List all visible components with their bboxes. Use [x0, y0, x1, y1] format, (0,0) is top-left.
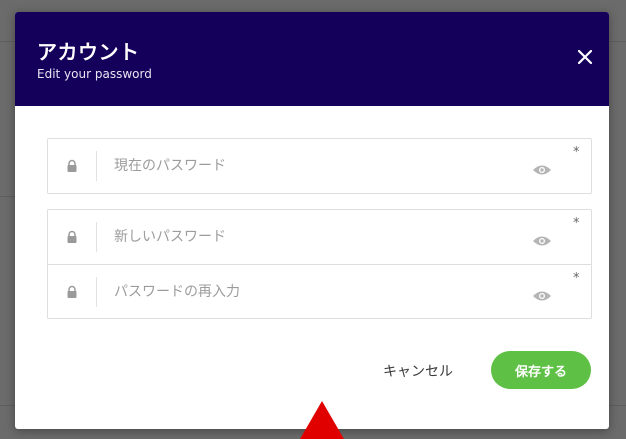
background-line [0, 405, 15, 406]
modal-title: アカウント [37, 40, 140, 64]
field-divider [96, 222, 97, 252]
background-line [609, 405, 626, 406]
lock-icon [67, 159, 77, 172]
background-line [0, 196, 15, 197]
modal-subtitle: Edit your password [37, 67, 152, 81]
eye-icon[interactable] [532, 290, 552, 302]
eye-icon[interactable] [532, 164, 552, 176]
background-line [609, 41, 626, 42]
eye-icon[interactable] [532, 235, 552, 247]
required-mark: * [573, 216, 580, 231]
lock-icon [67, 285, 77, 298]
current-password-group: * [47, 138, 592, 194]
current-password-field: * [48, 139, 591, 193]
new-password-input[interactable] [114, 223, 514, 251]
confirm-password-input[interactable] [114, 278, 514, 306]
current-password-input[interactable] [114, 152, 514, 180]
close-button[interactable] [573, 45, 597, 69]
close-icon [577, 49, 593, 65]
modal-header: アカウント Edit your password [15, 12, 609, 106]
required-mark: * [573, 271, 580, 286]
required-mark: * [573, 145, 580, 160]
save-button[interactable]: 保存する [491, 351, 591, 389]
field-divider [96, 151, 97, 181]
edit-password-modal: アカウント Edit your password * * * キャンセル 保存す… [15, 12, 609, 429]
confirm-password-field: * [48, 264, 591, 318]
new-password-field: * [48, 210, 591, 264]
red-arrow-cursor-icon [300, 401, 344, 439]
cancel-button[interactable]: キャンセル [373, 358, 463, 384]
field-divider [96, 277, 97, 307]
new-password-group: * * [47, 209, 592, 319]
lock-icon [67, 230, 77, 243]
background-line [0, 41, 15, 42]
